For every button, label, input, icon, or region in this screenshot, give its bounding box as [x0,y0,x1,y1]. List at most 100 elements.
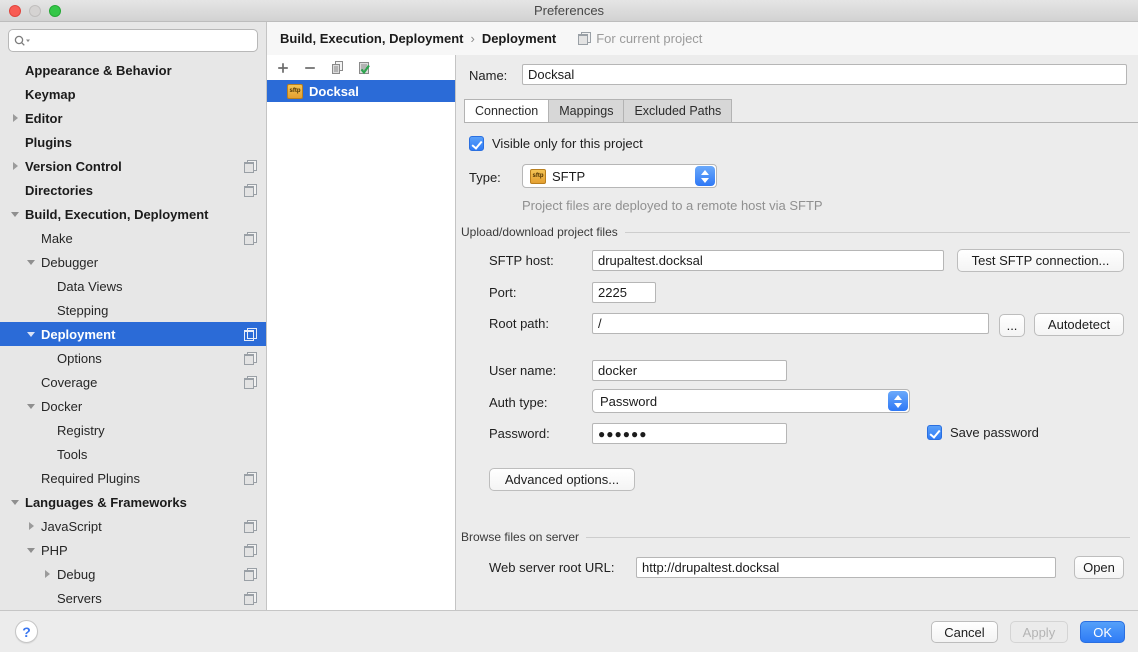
arrow-spacer [40,298,54,322]
tab-connection[interactable]: Connection [464,99,549,122]
arrow-spacer [8,58,22,82]
type-select[interactable]: sftp SFTP [522,164,717,188]
project-level-icon [244,472,257,485]
type-hint: Project files are deployed to a remote h… [522,198,823,213]
sidebar-item-options[interactable]: Options [0,346,266,370]
arrow-spacer [8,82,22,106]
arrow-spacer [8,130,22,154]
sidebar-item-stepping[interactable]: Stepping [0,298,266,322]
visible-only-checkbox[interactable] [469,136,484,151]
close-window-button[interactable] [9,5,21,17]
sidebar-item-javascript[interactable]: JavaScript [0,514,266,538]
use-as-default-icon[interactable] [356,60,372,76]
chevron-down-icon[interactable] [24,250,38,274]
sidebar-item-coverage[interactable]: Coverage [0,370,266,394]
chevron-down-icon[interactable] [24,322,38,346]
open-button[interactable]: Open [1074,556,1124,579]
chevron-right-icon[interactable] [24,514,38,538]
sidebar-item-required-plugins[interactable]: Required Plugins [0,466,266,490]
chevron-down-icon[interactable] [8,490,22,514]
sidebar-item-directories[interactable]: Directories [0,178,266,202]
sidebar-item-label: Languages & Frameworks [25,495,187,510]
chevron-right-icon[interactable] [8,106,22,130]
sidebar-item-tools[interactable]: Tools [0,442,266,466]
visible-only-row: Visible only for this project [469,136,643,151]
user-name-input[interactable] [592,360,787,381]
autodetect-button[interactable]: Autodetect [1034,313,1124,336]
sidebar-item-debugger[interactable]: Debugger [0,250,266,274]
project-level-icon [244,328,257,341]
project-level-icon [578,32,591,45]
sidebar-item-editor[interactable]: Editor [0,106,266,130]
name-label: Name: [469,68,507,83]
tab-mappings[interactable]: Mappings [548,99,624,122]
sidebar-item-languages-frameworks[interactable]: Languages & Frameworks [0,490,266,514]
browse-root-path-button[interactable]: ... [999,314,1025,337]
remove-icon[interactable] [302,60,318,76]
root-path-label: Root path: [489,316,549,331]
name-input[interactable] [522,64,1127,85]
type-label: Type: [469,170,501,185]
breadcrumb-part2: Deployment [482,31,556,46]
sidebar-item-servers[interactable]: Servers [0,586,266,610]
project-level-icon [244,232,257,245]
project-level-icon [244,544,257,557]
sidebar-item-debug[interactable]: Debug [0,562,266,586]
chevron-right-icon[interactable] [8,154,22,178]
cancel-button[interactable]: Cancel [931,621,997,643]
type-value: SFTP [552,169,585,184]
apply-button[interactable]: Apply [1010,621,1069,643]
web-root-input[interactable] [636,557,1056,578]
add-icon[interactable] [275,60,291,76]
minimize-window-button [29,5,41,17]
sidebar-item-label: Data Views [57,279,123,294]
chevron-down-icon[interactable] [24,538,38,562]
sidebar-item-plugins[interactable]: Plugins [0,130,266,154]
sidebar-item-version-control[interactable]: Version Control [0,154,266,178]
port-input[interactable] [592,282,656,303]
help-button[interactable]: ? [15,620,38,643]
chevron-right-icon[interactable] [40,562,54,586]
sidebar-item-label: Build, Execution, Deployment [25,207,208,222]
chevron-down-icon[interactable] [8,202,22,226]
user-name-label: User name: [489,363,556,378]
dropdown-arrows-icon [695,166,715,186]
sidebar-item-label: Docker [41,399,82,414]
tab-excluded-paths[interactable]: Excluded Paths [623,99,732,122]
sidebar-item-label: Directories [25,183,93,198]
breadcrumb-part1[interactable]: Build, Execution, Deployment [280,31,463,46]
section-browse-files: Browse files on server [461,530,1130,544]
sidebar-item-registry[interactable]: Registry [0,418,266,442]
chevron-down-icon[interactable] [24,394,38,418]
server-item-label: Docksal [309,84,359,99]
root-path-input[interactable] [592,313,989,334]
test-sftp-connection-button[interactable]: Test SFTP connection... [957,249,1124,272]
sidebar-item-make[interactable]: Make [0,226,266,250]
server-list-panel: sftp Docksal [267,55,456,610]
copy-icon[interactable] [329,60,345,76]
password-label: Password: [489,426,550,441]
auth-type-select[interactable]: Password [592,389,910,413]
sidebar-item-keymap[interactable]: Keymap [0,82,266,106]
title-bar: Preferences [0,0,1138,22]
zoom-window-button[interactable] [49,5,61,17]
advanced-options-button[interactable]: Advanced options... [489,468,635,491]
ok-button[interactable]: OK [1080,621,1125,643]
auth-type-value: Password [600,394,657,409]
sidebar-item-php[interactable]: PHP [0,538,266,562]
save-password-checkbox[interactable] [927,425,942,440]
sidebar-item-data-views[interactable]: Data Views [0,274,266,298]
password-input[interactable] [592,423,787,444]
server-list-item-docksal[interactable]: sftp Docksal [267,80,455,102]
project-level-icon [244,376,257,389]
sftp-host-input[interactable] [592,250,944,271]
sidebar-item-deployment[interactable]: Deployment [0,322,266,346]
settings-search-box[interactable] [8,29,258,52]
project-level-icon [244,352,257,365]
sidebar-item-docker[interactable]: Docker [0,394,266,418]
sidebar-item-label: Options [57,351,102,366]
dropdown-arrows-icon [888,391,908,411]
sidebar-item-build-execution-deployment[interactable]: Build, Execution, Deployment [0,202,266,226]
search-input[interactable] [34,34,252,48]
sidebar-item-appearance-behavior[interactable]: Appearance & Behavior [0,58,266,82]
